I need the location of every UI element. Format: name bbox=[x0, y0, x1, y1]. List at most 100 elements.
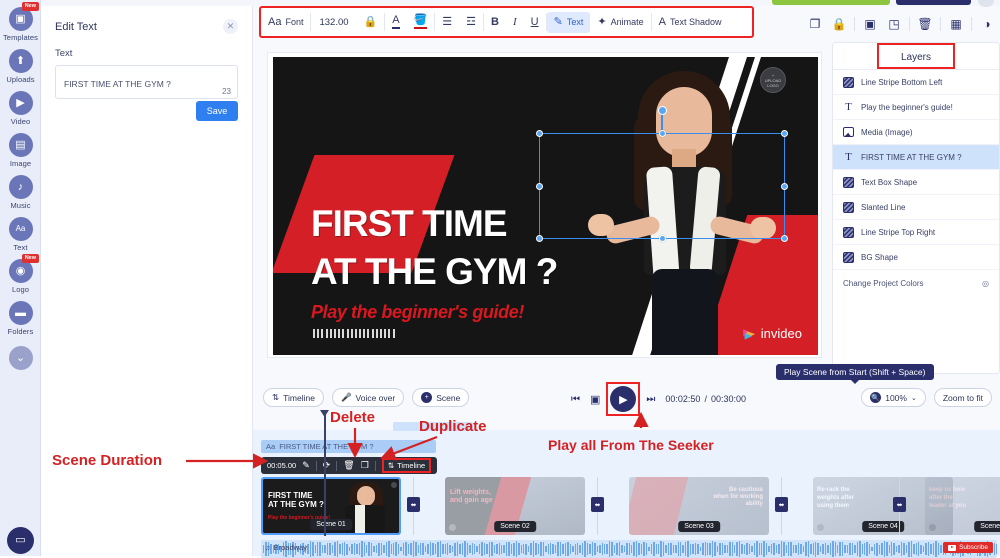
audio-track-label: Broadway bbox=[273, 543, 307, 552]
trash-icon[interactable]: 🗑 bbox=[343, 460, 354, 471]
scene-caption: FIRST TIME AT THE GYM ? bbox=[268, 491, 324, 510]
sidebar-item-templates[interactable]: New ▣ Templates bbox=[0, 2, 41, 42]
resize-handle-ml[interactable] bbox=[536, 182, 543, 190]
avatar-peek[interactable] bbox=[978, 0, 994, 7]
tab-text-shadow[interactable]: A Text Shadow bbox=[652, 8, 729, 36]
resize-handle-bl[interactable] bbox=[536, 235, 543, 242]
underline-button[interactable]: U bbox=[524, 8, 546, 36]
resize-handle-mr[interactable] bbox=[781, 182, 788, 190]
sidebar-item-music[interactable]: ♪ Music bbox=[0, 175, 41, 210]
upload-logo-line2: LOGO bbox=[767, 82, 779, 88]
sidebar-item-logo[interactable]: New ◉ Logo bbox=[0, 254, 41, 294]
scene-label: Scene 03 bbox=[678, 521, 720, 532]
line-height-button[interactable]: ☲ bbox=[459, 8, 483, 36]
zoom-level-selector[interactable]: 🔍 100% ⌄ bbox=[861, 388, 926, 407]
subscribe-button[interactable]: Subscribe bbox=[943, 542, 993, 553]
resize-handle-bc[interactable] bbox=[658, 235, 666, 242]
zoom-to-fit-button[interactable]: Zoom to fit bbox=[933, 388, 992, 407]
send-backward-icon[interactable]: ◳ bbox=[883, 14, 905, 34]
layer-item-play-the-beginners-guide[interactable]: T Play the beginner's guide! bbox=[833, 95, 999, 120]
font-size-input[interactable]: 132.00 bbox=[311, 17, 356, 28]
playhead[interactable] bbox=[320, 410, 329, 536]
voice-over-button[interactable]: 🎤 Voice over bbox=[331, 388, 405, 407]
scene-gap-handle-2[interactable]: ⬌ bbox=[591, 497, 604, 512]
text-color-button[interactable]: A bbox=[385, 8, 406, 36]
layer-label: Line Stripe Top Right bbox=[861, 227, 936, 237]
sidebar-item-folders[interactable]: ▬ Folders bbox=[0, 301, 41, 336]
resize-handle-tc[interactable] bbox=[658, 130, 666, 137]
layer-label: Slanted Line bbox=[861, 202, 906, 212]
text-input-wrapper: 23 bbox=[55, 65, 238, 99]
sidebar-item-image[interactable]: ▤ Image bbox=[0, 133, 41, 168]
delete-icon[interactable]: 🗑 bbox=[914, 14, 936, 34]
sidebar-item-video[interactable]: ▶ Video bbox=[0, 91, 41, 126]
layer-item-slanted-line[interactable]: Slanted Line bbox=[833, 195, 999, 220]
lock-icon: 🔒 bbox=[363, 15, 378, 28]
highlight-color-button[interactable]: 🪣 bbox=[407, 8, 435, 36]
sidebar-expand-button[interactable]: ⌄ bbox=[0, 346, 41, 370]
chevron-down-icon: ⌄ bbox=[910, 394, 917, 402]
timeline-scene-02[interactable]: Lift weights, and gain age Scene 02 bbox=[445, 477, 585, 535]
layer-item-line-stripe-top-right[interactable]: Line Stripe Top Right bbox=[833, 220, 999, 245]
scene-gap-handle-4[interactable]: ⬌ bbox=[893, 497, 906, 512]
align-button[interactable]: ☰ bbox=[435, 8, 459, 36]
duplicate-icon[interactable]: ❐ bbox=[361, 460, 369, 471]
upload-logo-badge[interactable]: + UPLOAD LOGO bbox=[760, 67, 786, 93]
scene-gap-handle-1[interactable]: ⬌ bbox=[407, 497, 420, 512]
layer-item-first-time-at-the-gym[interactable]: T FIRST TIME AT THE GYM ? bbox=[833, 145, 999, 170]
audio-track[interactable]: ♫ Broadway Subscribe bbox=[261, 540, 997, 558]
resize-handle-tl[interactable] bbox=[536, 130, 543, 137]
scene-duration[interactable]: 00:05.00 bbox=[267, 461, 296, 470]
rotate-handle[interactable] bbox=[657, 106, 667, 115]
text-field-label: Text bbox=[55, 48, 73, 59]
close-icon[interactable]: ✕ bbox=[223, 19, 238, 34]
resize-handle-tr[interactable] bbox=[781, 130, 788, 137]
image-icon: ▤ bbox=[8, 133, 33, 157]
lock-aspect-button[interactable]: 🔒 bbox=[357, 8, 385, 36]
skip-next-icon[interactable]: ⏭ bbox=[646, 394, 655, 405]
timeline-scene-01[interactable]: FIRST TIME AT THE GYM ? Play the beginne… bbox=[261, 477, 401, 535]
timeline-scene-03[interactable]: Be cautious when for working ability Sce… bbox=[629, 477, 769, 535]
tab-animate[interactable]: ✦ Animate bbox=[590, 8, 650, 36]
text-selection-box[interactable] bbox=[536, 106, 788, 242]
object-actions-toolbar: ❐ 🔒 ▣ ◳ 🗑 ▦ ◑ bbox=[804, 14, 998, 34]
sidebar-help-button[interactable]: ▭ bbox=[0, 527, 41, 554]
timeline-icon: ⇅ bbox=[272, 392, 280, 402]
text-track-row[interactable]: Aa FIRST TIME AT THE GYM ? bbox=[261, 440, 436, 453]
sidebar-item-uploads[interactable]: ⬆ Uploads bbox=[0, 49, 41, 84]
tab-text[interactable]: ✎ Text bbox=[546, 11, 591, 33]
duplicate-layer-icon[interactable]: ❐ bbox=[804, 14, 826, 34]
layer-item-line-stripe-bottom-left[interactable]: Line Stripe Bottom Left bbox=[833, 70, 999, 95]
font-aa-icon: Aa bbox=[268, 15, 282, 28]
layer-item-bg-shape[interactable]: BG Shape bbox=[833, 245, 999, 270]
play-scene-icon[interactable]: ▣ bbox=[590, 393, 600, 406]
timeline-button[interactable]: ⇅ Timeline bbox=[263, 388, 324, 407]
scene-gap-handle-3[interactable]: ⬌ bbox=[775, 497, 788, 512]
resize-handle-br[interactable] bbox=[781, 235, 788, 242]
bold-button[interactable]: B bbox=[484, 8, 506, 36]
sidebar-item-text[interactable]: Aa Text bbox=[0, 217, 41, 252]
skip-previous-icon[interactable]: ⏮ bbox=[571, 394, 580, 405]
text-tab-label: Text bbox=[566, 17, 584, 27]
sidebar-label-folders: Folders bbox=[7, 327, 34, 336]
more-icon[interactable]: ◑ bbox=[976, 14, 998, 34]
timeline-scene-05[interactable]: keep us how after the leader at you Scen… bbox=[925, 477, 1000, 535]
save-button[interactable]: Save bbox=[196, 101, 238, 121]
layer-item-text-box-shape[interactable]: Text Box Shape bbox=[833, 170, 999, 195]
font-selector[interactable]: Aa Font bbox=[261, 8, 310, 36]
change-project-colors-button[interactable]: Change Project Colors ◎ bbox=[833, 270, 999, 296]
grid-icon[interactable]: ▦ bbox=[945, 14, 967, 34]
add-scene-button[interactable]: + Scene bbox=[412, 388, 470, 407]
bold-label: B bbox=[491, 16, 499, 28]
top-action-button-peek[interactable] bbox=[896, 0, 971, 5]
scene-timeline-button[interactable]: ⇅ Timeline bbox=[381, 458, 432, 473]
sidebar-label-text: Text bbox=[13, 243, 28, 252]
subscribe-label: Subscribe bbox=[959, 544, 988, 551]
text-input[interactable] bbox=[56, 66, 237, 98]
italic-button[interactable]: I bbox=[506, 8, 524, 36]
canvas-title-line1: FIRST TIME bbox=[311, 203, 508, 244]
lock-icon[interactable]: 🔒 bbox=[828, 14, 850, 34]
bring-forward-icon[interactable]: ▣ bbox=[859, 14, 881, 34]
layer-item-media-image[interactable]: Media (Image) bbox=[833, 120, 999, 145]
pencil-icon[interactable]: ✎ bbox=[302, 460, 310, 471]
